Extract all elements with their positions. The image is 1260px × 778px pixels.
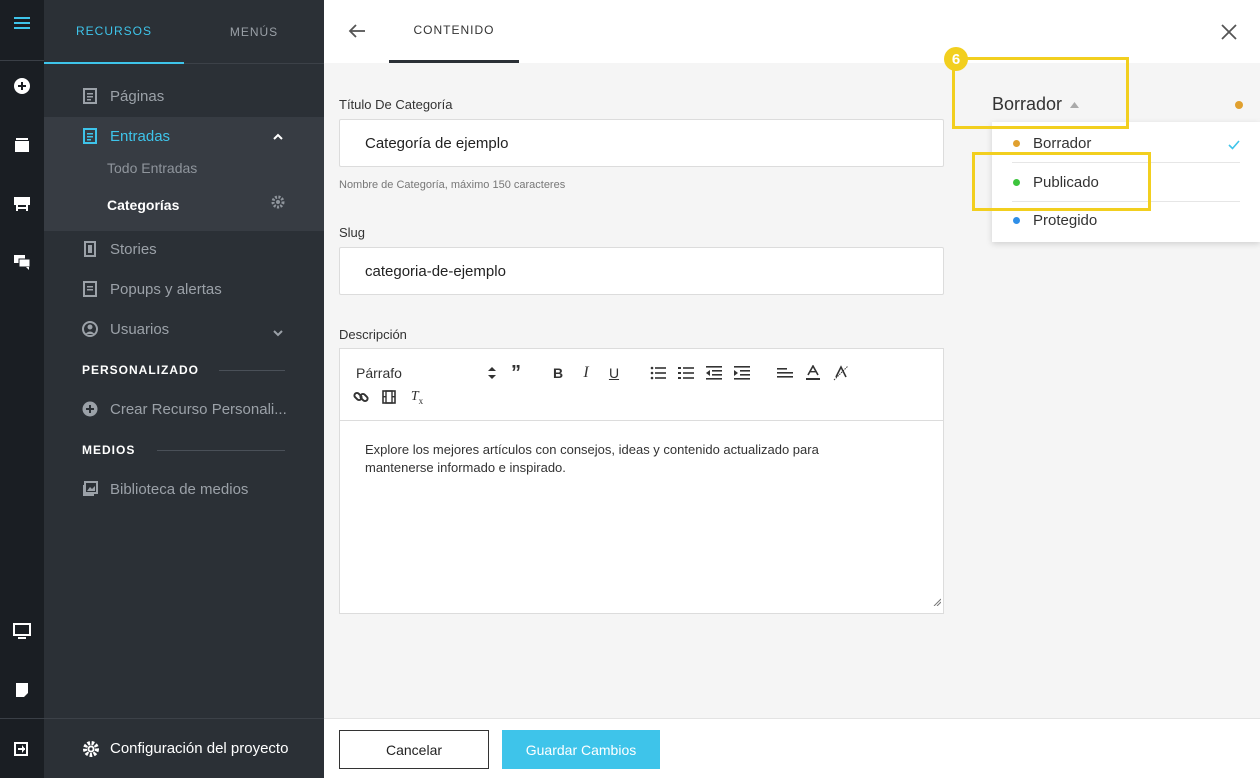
format-select[interactable]: Párrafo <box>356 365 402 381</box>
slug-input[interactable]: categoria-de-ejemplo <box>339 247 944 295</box>
chevron-up-icon[interactable] <box>273 128 283 145</box>
monitor-icon[interactable] <box>0 616 44 646</box>
layers-icon[interactable] <box>0 130 44 160</box>
chevron-down-icon[interactable] <box>273 324 283 341</box>
description-editor: Párrafo ” B I U Tx Explore los mejores a… <box>339 348 944 614</box>
bullet-list-icon[interactable] <box>648 363 668 383</box>
logout-icon[interactable] <box>0 734 44 764</box>
popup-icon <box>82 281 98 297</box>
tab-menus[interactable]: MENÚS <box>184 0 324 64</box>
highlight-box-status <box>952 57 1129 129</box>
sidebar-item-stories[interactable]: Stories <box>44 229 324 269</box>
tab-recursos[interactable]: RECURSOS <box>44 0 184 64</box>
action-bar: Cancelar Guardar Cambios <box>324 718 1260 778</box>
icon-rail <box>0 0 44 778</box>
tab-contenido[interactable]: CONTENIDO <box>389 0 519 63</box>
sidebar-item-label: Usuarios <box>110 320 170 338</box>
resize-handle-icon[interactable] <box>933 593 942 611</box>
user-icon <box>82 321 98 337</box>
video-icon[interactable] <box>379 387 399 407</box>
note-icon[interactable] <box>0 675 44 705</box>
bold-icon[interactable]: B <box>548 363 568 383</box>
outdent-icon[interactable] <box>704 363 724 383</box>
align-left-icon[interactable] <box>775 363 795 383</box>
italic-icon[interactable]: I <box>576 363 596 383</box>
clear-format-icon[interactable]: Tx <box>407 387 427 407</box>
highlight-box-publicado <box>972 152 1151 211</box>
title-label: Título De Categoría <box>339 97 453 112</box>
sidebar-item-paginas[interactable]: Páginas <box>44 76 324 116</box>
settings-gear-icon <box>82 740 100 758</box>
editor-toolbar: Párrafo ” B I U Tx <box>340 349 943 421</box>
project-settings[interactable]: Configuración del proyecto <box>44 718 324 778</box>
check-icon <box>1228 137 1240 154</box>
close-icon[interactable] <box>1221 24 1237 45</box>
link-icon[interactable] <box>351 387 371 407</box>
title-input[interactable]: Categoría de ejemplo <box>339 119 944 167</box>
save-button[interactable]: Guardar Cambios <box>502 730 660 769</box>
sidebar: RECURSOS MENÚS Páginas Entradas Todo Ent… <box>44 0 324 778</box>
stories-icon <box>82 241 98 257</box>
underline-icon[interactable]: U <box>604 363 624 383</box>
sidebar-item-label: Crear Recurso Personali... <box>110 400 287 418</box>
sidebar-item-label: Stories <box>110 240 157 258</box>
sidebar-item-entradas[interactable]: Entradas <box>44 116 324 156</box>
sidebar-item-biblioteca[interactable]: Biblioteca de medios <box>44 469 324 509</box>
status-dot <box>1013 139 1020 147</box>
sidebar-item-label: Entradas <box>110 127 171 145</box>
indent-icon[interactable] <box>732 363 752 383</box>
chat-icon[interactable] <box>0 247 44 277</box>
sidebar-item-usuarios[interactable]: Usuarios <box>44 309 324 349</box>
status-dot <box>1013 216 1020 224</box>
sidebar-item-crear-recurso[interactable]: Crear Recurso Personali... <box>44 389 324 429</box>
cancel-button[interactable]: Cancelar <box>339 730 489 769</box>
section-medios: MEDIOS <box>82 443 136 457</box>
add-circle-icon[interactable] <box>0 71 44 101</box>
status-indicator-dot <box>1235 101 1243 109</box>
title-hint: Nombre de Categoría, máximo 150 caracter… <box>339 179 566 191</box>
sidebar-subitem-todo-entradas[interactable]: Todo Entradas <box>107 160 197 176</box>
back-arrow-icon[interactable] <box>348 23 366 44</box>
sidebar-item-label: Páginas <box>110 87 165 105</box>
sidebar-tabs: RECURSOS MENÚS <box>44 0 324 64</box>
project-settings-label: Configuración del proyecto <box>110 740 289 757</box>
description-text[interactable]: Explore los mejores artículos con consej… <box>365 441 885 477</box>
slug-label: Slug <box>339 225 366 240</box>
quote-icon[interactable]: ” <box>506 362 526 384</box>
entries-icon <box>82 128 98 144</box>
add-circle-icon <box>82 401 98 417</box>
step-badge: 6 <box>944 47 968 71</box>
select-arrows-icon[interactable] <box>482 363 502 383</box>
sidebar-subitem-categorias[interactable]: Categorías <box>107 197 179 213</box>
presentation-icon[interactable] <box>0 189 44 219</box>
status-option-label: Borrador <box>1033 134 1092 152</box>
page-icon <box>82 88 98 104</box>
text-color-icon[interactable] <box>803 363 823 383</box>
numbered-list-icon[interactable] <box>676 363 696 383</box>
description-label: Descripción <box>339 327 407 342</box>
sidebar-item-popups[interactable]: Popups y alertas <box>44 269 324 309</box>
image-gallery-icon <box>82 481 98 497</box>
gear-icon[interactable] <box>271 195 285 214</box>
status-option-label: Protegido <box>1033 211 1098 229</box>
menu-icon[interactable] <box>0 8 44 38</box>
section-personalizado: PERSONALIZADO <box>82 363 200 377</box>
top-bar: CONTENIDO <box>324 0 1260 63</box>
highlight-color-icon[interactable] <box>831 363 851 383</box>
sidebar-item-label: Biblioteca de medios <box>110 480 249 498</box>
sidebar-item-label: Popups y alertas <box>110 280 222 298</box>
